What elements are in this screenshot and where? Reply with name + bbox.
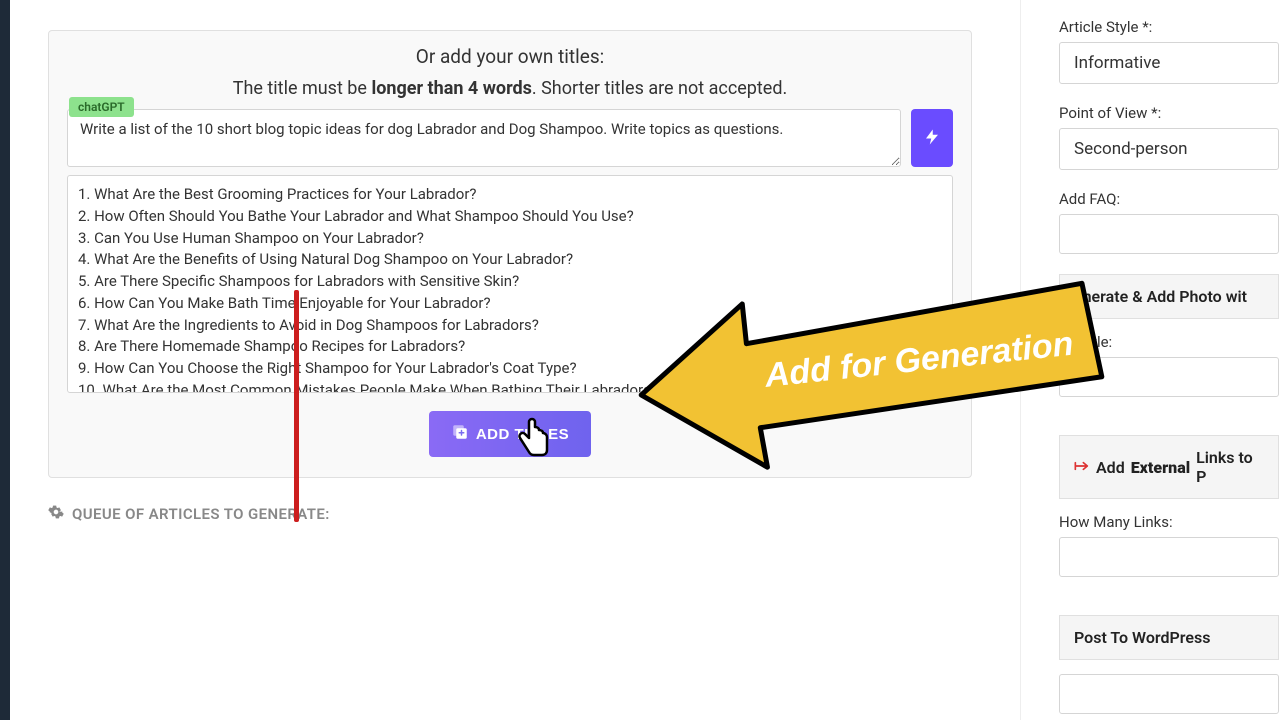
photo-style-label: to Style: [1059,333,1280,351]
main-content: Or add your own titles: The title must b… [48,30,972,524]
how-many-links-label: How Many Links: [1059,513,1280,531]
rule-prefix: The title must be [233,78,372,99]
add-faq-label: Add FAQ: [1059,190,1280,208]
left-dark-strip [0,0,10,720]
ext-links-bold: External [1131,458,1190,477]
titles-output-textarea[interactable] [67,175,953,393]
ext-links-suffix: Links to P [1196,448,1264,486]
post-to-wordpress-input[interactable] [1059,674,1279,714]
generate-photo-panel-header[interactable]: enerate & Add Photo wit [1059,274,1279,319]
article-style-label: Article Style *: [1059,18,1280,36]
own-titles-panel: Or add your own titles: The title must b… [48,30,972,478]
settings-sidebar: Article Style *: Informative Point of Vi… [1020,0,1280,720]
pov-label: Point of View *: [1059,104,1280,122]
generate-photo-header-text: enerate & Add Photo wit [1074,287,1247,306]
add-to-queue-icon [451,423,469,445]
rule-suffix: . Shorter titles are not accepted. [532,78,787,99]
photo-style-input[interactable] [1059,357,1279,397]
queue-header: QUEUE OF ARTICLES TO GENERATE: [48,504,972,524]
generate-titles-button[interactable] [911,109,953,167]
queue-label: QUEUE OF ARTICLES TO GENERATE: [72,505,330,523]
lightning-icon [923,126,941,151]
prompt-textarea[interactable] [67,109,901,167]
add-faq-input[interactable] [1059,214,1279,254]
ext-links-prefix: Add [1096,458,1125,477]
chatgpt-badge: chatGPT [69,97,134,117]
post-to-wordpress-panel-header[interactable]: Post To WordPress [1059,615,1279,660]
how-many-links-input[interactable] [1059,537,1279,577]
title-length-rule: The title must be longer than 4 words. S… [67,78,953,99]
prompt-row: chatGPT [67,109,953,167]
add-titles-button[interactable]: ADD TITLES [429,411,591,457]
pov-select[interactable]: Second-person [1059,128,1279,170]
own-titles-heading: Or add your own titles: [67,45,953,68]
gear-icon [48,504,64,524]
article-style-select[interactable]: Informative [1059,42,1279,84]
external-links-panel-header[interactable]: Add External Links to P [1059,435,1279,499]
rule-bold: longer than 4 words [371,78,531,99]
add-titles-label: ADD TITLES [476,426,569,443]
external-link-arrow-icon [1074,458,1090,477]
